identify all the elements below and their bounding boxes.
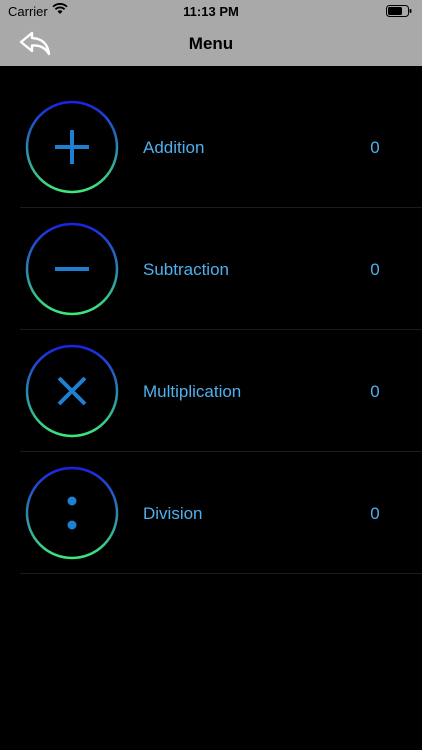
row-divider	[20, 573, 422, 574]
navigation-bar: Menu	[0, 22, 422, 66]
plus-icon	[25, 100, 119, 194]
page-title: Menu	[188, 34, 234, 53]
menu-item-multiplication[interactable]: Multiplication 0	[0, 330, 422, 452]
menu-item-subtraction[interactable]: Subtraction 0	[0, 208, 422, 330]
menu-item-label: Subtraction	[143, 260, 229, 279]
menu-item-label: Addition	[143, 138, 205, 157]
status-time: 11:13 PM	[183, 4, 239, 19]
menu-item-score: 0	[370, 504, 380, 523]
menu-item-score: 0	[370, 260, 380, 279]
menu-item-label: Division	[143, 504, 203, 523]
status-bar: Carrier 11:13 PM	[0, 0, 422, 22]
divide-icon	[25, 466, 119, 560]
battery-icon	[386, 5, 412, 20]
menu-item-label: Multiplication	[143, 382, 242, 401]
menu-item-addition[interactable]: Addition 0	[0, 86, 422, 208]
menu-item-score: 0	[370, 138, 380, 157]
menu-list: Addition 0 Subtraction 0 Multiplication …	[0, 86, 422, 574]
minus-icon	[25, 222, 119, 316]
times-icon	[25, 344, 119, 438]
menu-item-score: 0	[370, 382, 380, 401]
menu-item-division[interactable]: Division 0	[0, 452, 422, 574]
